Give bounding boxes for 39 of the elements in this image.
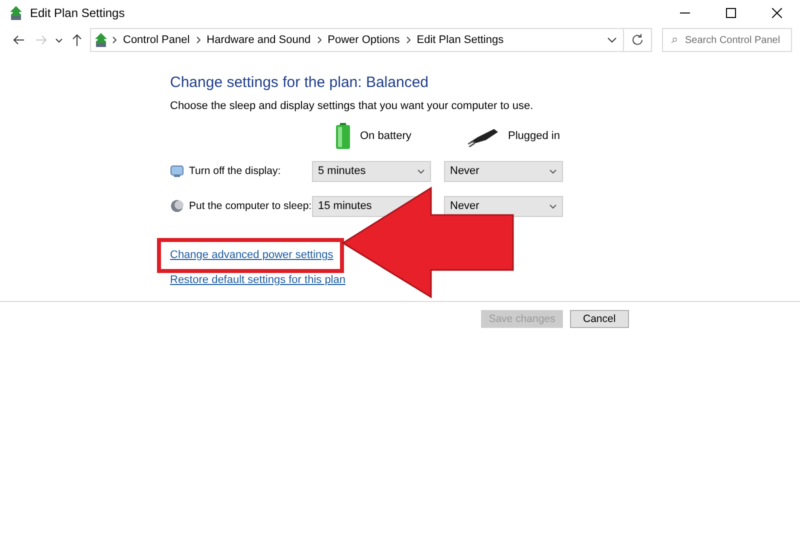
breadcrumb-item[interactable]: Edit Plan Settings: [414, 34, 507, 46]
chevron-down-icon: [55, 38, 63, 42]
maximize-icon: [726, 8, 736, 18]
breadcrumb-item[interactable]: Hardware and Sound: [204, 34, 314, 46]
refresh-icon: [632, 34, 644, 46]
description-text: Choose the sleep and display settings that you want your computer to use.: [170, 100, 534, 112]
setting-label: Turn off the display:: [189, 165, 281, 177]
up-arrow-icon: [72, 34, 82, 46]
breadcrumb-item[interactable]: Power Options: [324, 34, 403, 46]
control-panel-icon: [93, 32, 109, 48]
chevron-down-icon: [417, 168, 425, 174]
chevron-down-icon: [607, 37, 617, 43]
dropdown[interactable]: Never: [444, 196, 563, 216]
page-heading: Change settings for the plan: Balanced: [170, 74, 430, 93]
address-bar[interactable]: Control Panel Hardware and Sound Power Options Edit Plan Settings: [90, 28, 624, 52]
chevron-down-icon: [549, 204, 557, 208]
column-header: On battery: [360, 130, 412, 142]
dropdown[interactable]: Never: [444, 160, 563, 182]
cancel-button[interactable]: Cancel: [570, 310, 629, 328]
close-icon: [772, 8, 782, 18]
link[interactable]: Change advanced power settings: [170, 248, 334, 262]
column-header: Plugged in: [508, 130, 560, 142]
refresh-button[interactable]: [624, 28, 652, 52]
breadcrumb-separator-icon: [316, 36, 322, 44]
monitor-icon: [170, 164, 184, 178]
dropdown[interactable]: 5 minutes: [312, 160, 431, 182]
window-title: Edit Plan Settings: [30, 6, 125, 20]
breadcrumb-separator-icon: [406, 36, 411, 44]
search-icon: [671, 34, 677, 46]
search-field[interactable]: Search Control Panel: [662, 28, 792, 52]
breadcrumb-separator-icon: [112, 36, 117, 44]
moon-icon: [170, 199, 184, 213]
breadcrumb-item[interactable]: Control Panel: [120, 34, 193, 46]
chevron-down-icon: [549, 168, 557, 174]
app-icon: [8, 5, 24, 21]
setting-label: Put the computer to sleep:: [189, 200, 312, 212]
link[interactable]: Restore default settings for this plan: [170, 273, 346, 287]
battery-icon: [336, 123, 350, 149]
breadcrumb-separator-icon: [196, 36, 201, 44]
